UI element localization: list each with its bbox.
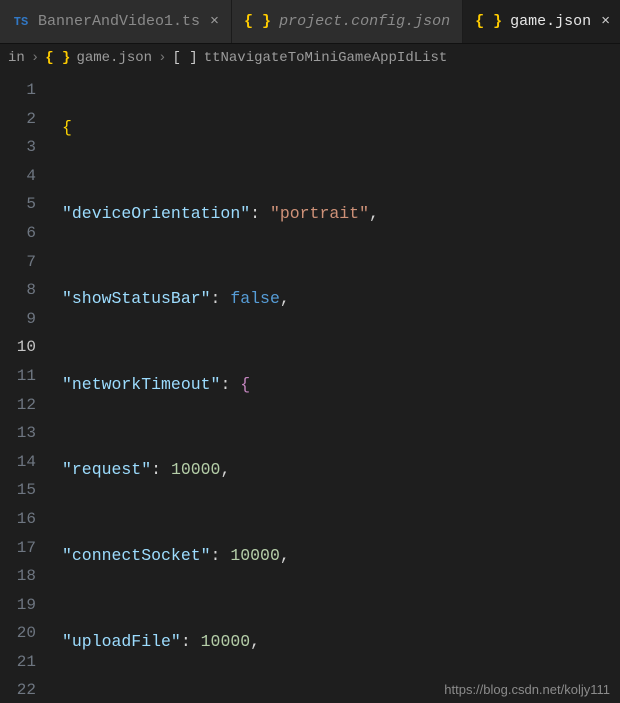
line-number: 22 (0, 676, 52, 703)
tab-label: game.json (510, 13, 591, 30)
breadcrumb[interactable]: in › { } game.json › [ ] ttNavigateToMin… (0, 44, 620, 72)
close-icon[interactable]: × (601, 13, 610, 30)
brackets-icon: [ ] (172, 50, 197, 66)
tab-bar: TS BannerAndVideo1.ts × { } project.conf… (0, 0, 620, 44)
line-number: 8 (0, 276, 52, 305)
braces-icon: { } (244, 13, 271, 30)
line-number: 12 (0, 391, 52, 420)
watermark: https://blog.csdn.net/koljy111 (444, 682, 610, 697)
line-number: 2 (0, 105, 52, 134)
line-number: 15 (0, 476, 52, 505)
line-number: 4 (0, 162, 52, 191)
line-number: 7 (0, 248, 52, 277)
line-number: 18 (0, 562, 52, 591)
breadcrumb-node[interactable]: ttNavigateToMiniGameAppIdList (204, 50, 448, 66)
breadcrumb-file[interactable]: game.json (76, 50, 152, 66)
line-number: 1 (0, 76, 52, 105)
code-line: "connectSocket": 10000, (52, 542, 620, 571)
line-number: 6 (0, 219, 52, 248)
code-area[interactable]: { "deviceOrientation": "portrait", "show… (52, 72, 620, 703)
line-number: 10 (0, 333, 52, 362)
braces-icon: { } (475, 13, 502, 30)
line-number: 11 (0, 362, 52, 391)
code-editor[interactable]: 1 2 3 4 5 6 7 8 9 10 11 12 13 14 15 16 1… (0, 72, 620, 703)
code-line: "uploadFile": 10000, (52, 628, 620, 657)
line-number: 13 (0, 419, 52, 448)
tab-label: project.config.json (279, 13, 450, 30)
line-number-gutter: 1 2 3 4 5 6 7 8 9 10 11 12 13 14 15 16 1… (0, 72, 52, 703)
close-icon[interactable]: × (210, 13, 219, 30)
line-number: 21 (0, 648, 52, 677)
code-line: "request": 10000, (52, 456, 620, 485)
braces-icon: { } (45, 50, 70, 66)
line-number: 16 (0, 505, 52, 534)
line-number: 19 (0, 591, 52, 620)
code-line: "deviceOrientation": "portrait", (52, 200, 620, 229)
line-number: 14 (0, 448, 52, 477)
chevron-right-icon: › (31, 50, 39, 66)
tab-project-config[interactable]: { } project.config.json (232, 0, 463, 43)
code-line: { (52, 114, 620, 143)
line-number: 17 (0, 534, 52, 563)
tab-label: BannerAndVideo1.ts (38, 13, 200, 30)
tab-banner-and-video[interactable]: TS BannerAndVideo1.ts × (0, 0, 232, 43)
chevron-right-icon: › (158, 50, 166, 66)
breadcrumb-segment: in (8, 50, 25, 66)
code-line: "networkTimeout": { (52, 371, 620, 400)
code-line: "showStatusBar": false, (52, 285, 620, 314)
line-number: 9 (0, 305, 52, 334)
ts-icon: TS (12, 13, 30, 31)
line-number: 5 (0, 190, 52, 219)
line-number: 3 (0, 133, 52, 162)
line-number: 20 (0, 619, 52, 648)
tab-game-json[interactable]: { } game.json × (463, 0, 620, 43)
